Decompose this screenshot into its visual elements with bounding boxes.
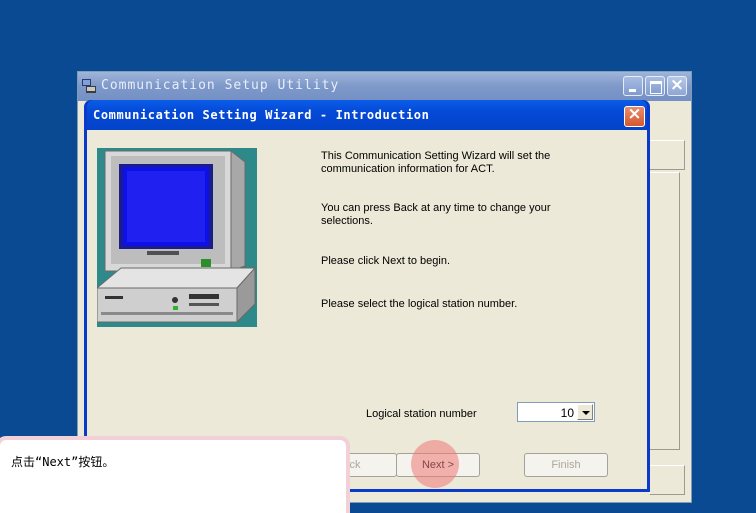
instruction-text: 点击“Next”按钮。 (11, 455, 115, 469)
outer-window-title: Communication Setup Utility (101, 78, 340, 93)
wizard-dialog: Communication Setting Wizard - Introduct… (84, 100, 650, 492)
station-number-label: Logical station number (366, 408, 477, 420)
instruction-callout: 点击“Next”按钮。 (0, 436, 350, 513)
wizard-title: Communication Setting Wizard - Introduct… (93, 108, 430, 122)
dropdown-arrow-icon[interactable] (577, 404, 593, 420)
outer-panel-top (649, 140, 685, 170)
close-icon[interactable]: × (667, 75, 687, 96)
click-highlight (411, 440, 459, 488)
station-hint-paragraph: Please select the logical station number… (321, 298, 518, 310)
maximize-icon[interactable] (645, 76, 665, 96)
outer-title-bar[interactable]: Communication Setup Utility × (78, 72, 691, 101)
finish-button[interactable]: Finish (524, 453, 608, 477)
computer-illustration (97, 148, 257, 327)
back-hint-paragraph: You can press Back at any time to change… (321, 202, 551, 227)
close-icon[interactable]: × (624, 104, 645, 127)
minimize-icon[interactable] (623, 76, 643, 96)
outer-panel-bottom (649, 465, 685, 495)
wizard-title-bar[interactable]: Communication Setting Wizard - Introduct… (87, 100, 647, 130)
app-icon (82, 79, 96, 93)
begin-hint-paragraph: Please click Next to begin. (321, 255, 451, 267)
station-number-select[interactable]: 10 (517, 402, 595, 422)
outer-panel-middle (649, 172, 680, 450)
station-number-value: 10 (560, 406, 574, 420)
intro-paragraph: This Communication Setting Wizard will s… (321, 150, 551, 175)
